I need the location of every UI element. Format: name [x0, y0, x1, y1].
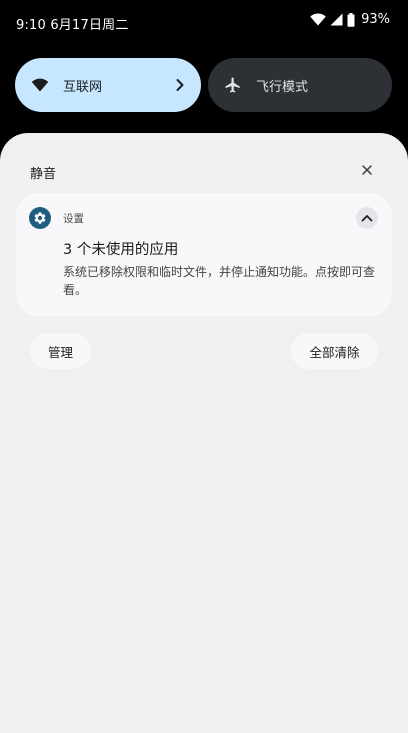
- internet-tile-label: 互联网: [63, 79, 103, 95]
- battery-icon: [347, 12, 355, 27]
- section-title-silent: 静音: [30, 167, 57, 182]
- battery-percent: 93%: [361, 12, 390, 27]
- airplane-icon: [225, 77, 240, 93]
- clear-all-button[interactable]: 全部清除: [291, 333, 378, 369]
- wifi-icon: [310, 13, 326, 26]
- app-name: 设置: [63, 213, 84, 225]
- chevron-right-icon: [176, 79, 184, 91]
- status-icons: 93%: [310, 12, 390, 27]
- status-bar: 9:10 6月17日周二 93%: [0, 0, 408, 44]
- wifi-icon: [31, 78, 49, 92]
- chevron-up-icon: [361, 215, 373, 222]
- notification-card[interactable]: 设置 3 个未使用的应用 系统已移除权限和临时文件，并停止通知功能。点按即可查看…: [16, 193, 392, 316]
- manage-button[interactable]: 管理: [30, 333, 91, 369]
- cellular-signal-icon: [330, 13, 343, 26]
- close-button[interactable]: [357, 160, 377, 180]
- settings-gear-icon: [34, 212, 46, 224]
- status-time-date: 9:10 6月17日周二: [16, 18, 129, 33]
- airplane-mode-tile[interactable]: 飞行模式: [208, 58, 392, 112]
- app-icon: [29, 207, 51, 229]
- close-icon: [362, 165, 372, 175]
- notification-panel: 静音 设置 3 个未使用的应用 系统已移除权限和临时文件，并停止通知功能。点按即…: [0, 133, 408, 733]
- notification-title: 3 个未使用的应用: [63, 242, 179, 258]
- internet-tile[interactable]: 互联网: [15, 58, 201, 112]
- collapse-button[interactable]: [356, 207, 378, 229]
- airplane-mode-tile-label: 飞行模式: [256, 79, 309, 95]
- notification-body: 系统已移除权限和临时文件，并停止通知功能。点按即可查看。: [63, 265, 376, 297]
